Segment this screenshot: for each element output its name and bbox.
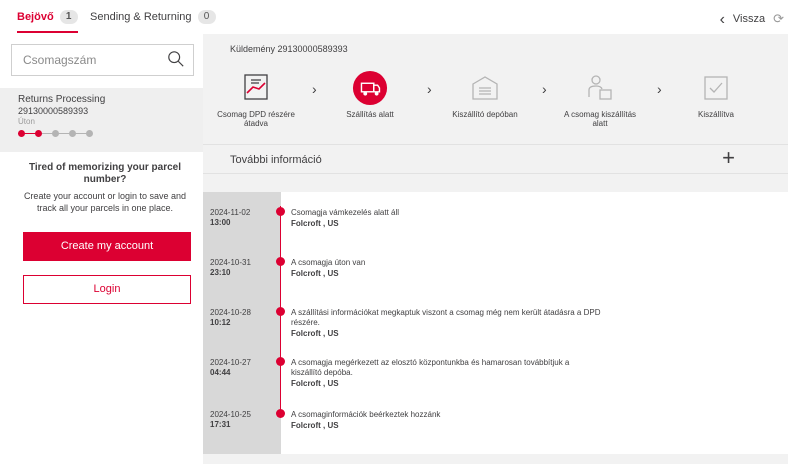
tab-sending-count: 0 <box>197 10 216 24</box>
timeline-node <box>276 307 285 316</box>
chevron-right-icon: › <box>657 81 662 97</box>
parcel-title: Returns Processing <box>18 94 106 105</box>
event-location: Folcroft , US <box>291 269 339 278</box>
parcel-progress <box>18 130 96 138</box>
event-text: A csomagja megérkezett az elosztó közpon… <box>291 358 570 377</box>
step-handover: Csomag DPD részére átadva <box>216 70 296 128</box>
progress-dot <box>18 130 25 137</box>
step-in-transit: Szállítás alatt <box>330 70 410 119</box>
parcel-status: Úton <box>18 117 35 126</box>
step-label: A csomag kiszállítás alatt <box>563 110 637 128</box>
chevron-right-icon: › <box>312 81 317 97</box>
event-time: 10:12 <box>210 318 231 327</box>
event-location: Folcroft , US <box>291 329 339 338</box>
tab-incoming-count: 1 <box>59 10 78 24</box>
event-timeline: 2024-11-02 13:00 Csomagja vámkezelés ala… <box>203 192 788 454</box>
search-box <box>11 44 194 76</box>
create-account-button[interactable]: Create my account <box>23 232 191 261</box>
event-text: Csomagja vámkezelés alatt áll <box>291 208 400 217</box>
event-date: 2024-10-27 <box>210 358 251 367</box>
progress-dot <box>35 130 42 137</box>
timeline-node <box>276 207 285 216</box>
event-date: 2024-10-25 <box>210 410 251 419</box>
refresh-icon[interactable]: ⟳ <box>773 11 784 27</box>
chevron-left-icon: ‹ <box>719 10 725 28</box>
promo-text: Create your account or login to save and… <box>23 191 187 213</box>
progress-dot <box>69 130 76 137</box>
step-label: Szállítás alatt <box>346 110 394 119</box>
plus-icon[interactable]: + <box>722 147 735 169</box>
back-button[interactable]: ‹ Vissza ⟳ <box>720 11 784 27</box>
event-time: 04:44 <box>210 368 231 377</box>
tab-sending-returning[interactable]: Sending & Returning 0 <box>90 10 216 24</box>
step-label: Kiszállító depóban <box>452 110 518 119</box>
promo-title: Tired of memorizing your parcel number? <box>28 162 182 185</box>
parcel-number: 29130000589393 <box>18 106 89 116</box>
shipment-number: Küldemény 29130000589393 <box>230 44 348 54</box>
event-time: 13:00 <box>210 218 231 227</box>
event-location: Folcroft , US <box>291 379 339 388</box>
timeline-node <box>276 409 285 418</box>
depot-icon <box>467 70 503 106</box>
more-info-label: További információ <box>230 154 322 166</box>
step-out-for-delivery: A csomag kiszállítás alatt <box>560 70 640 128</box>
step-label: Kiszállítva <box>697 110 734 119</box>
search-input[interactable] <box>12 45 162 75</box>
event-date: 2024-11-02 <box>210 208 251 217</box>
handover-icon <box>238 70 274 106</box>
main-panel: Küldemény 29130000589393 Csomag DPD rész… <box>203 34 788 464</box>
tab-incoming-label: Bejövő <box>17 11 54 23</box>
chevron-right-icon: › <box>427 81 432 97</box>
parcel-card[interactable]: Returns Processing 29130000589393 Úton <box>0 88 203 152</box>
step-delivered: Kiszállítva <box>676 70 756 119</box>
tab-incoming[interactable]: Bejövő 1 <box>17 10 78 33</box>
progress-dot <box>86 130 93 137</box>
sidebar: Returns Processing 29130000589393 Úton T… <box>0 34 203 464</box>
back-label: Vissza <box>732 13 766 25</box>
login-button[interactable]: Login <box>23 275 191 304</box>
timeline-node <box>276 357 285 366</box>
event-time: 23:10 <box>210 268 231 277</box>
event-location: Folcroft , US <box>291 219 339 228</box>
event-date: 2024-10-31 <box>210 258 251 267</box>
truck-icon <box>352 70 388 106</box>
event-time: 17:31 <box>210 420 231 429</box>
top-bar: Bejövő 1 Sending & Returning 0 ‹ Vissza … <box>0 0 800 34</box>
courier-icon <box>582 70 618 106</box>
chevron-right-icon: › <box>542 81 547 97</box>
event-location: Folcroft , US <box>291 421 339 430</box>
progress-dot <box>52 130 59 137</box>
timeline-node <box>276 257 285 266</box>
step-depot: Kiszállító depóban <box>445 70 525 119</box>
tab-sending-label: Sending & Returning <box>90 11 192 23</box>
more-info-toggle[interactable]: További információ + <box>203 144 788 174</box>
event-date: 2024-10-28 <box>210 308 251 317</box>
step-label: Csomag DPD részére átadva <box>217 110 295 128</box>
event-text: A csomaginformációk beérkeztek hozzánk <box>291 410 441 419</box>
event-text: A csomagja úton van <box>291 258 366 267</box>
event-text: A szállítási információkat megkaptuk vis… <box>291 308 601 327</box>
status-steps: Csomag DPD részére átadva › Szállítás al… <box>203 70 788 142</box>
delivered-icon <box>698 70 734 106</box>
search-icon[interactable] <box>167 50 185 68</box>
